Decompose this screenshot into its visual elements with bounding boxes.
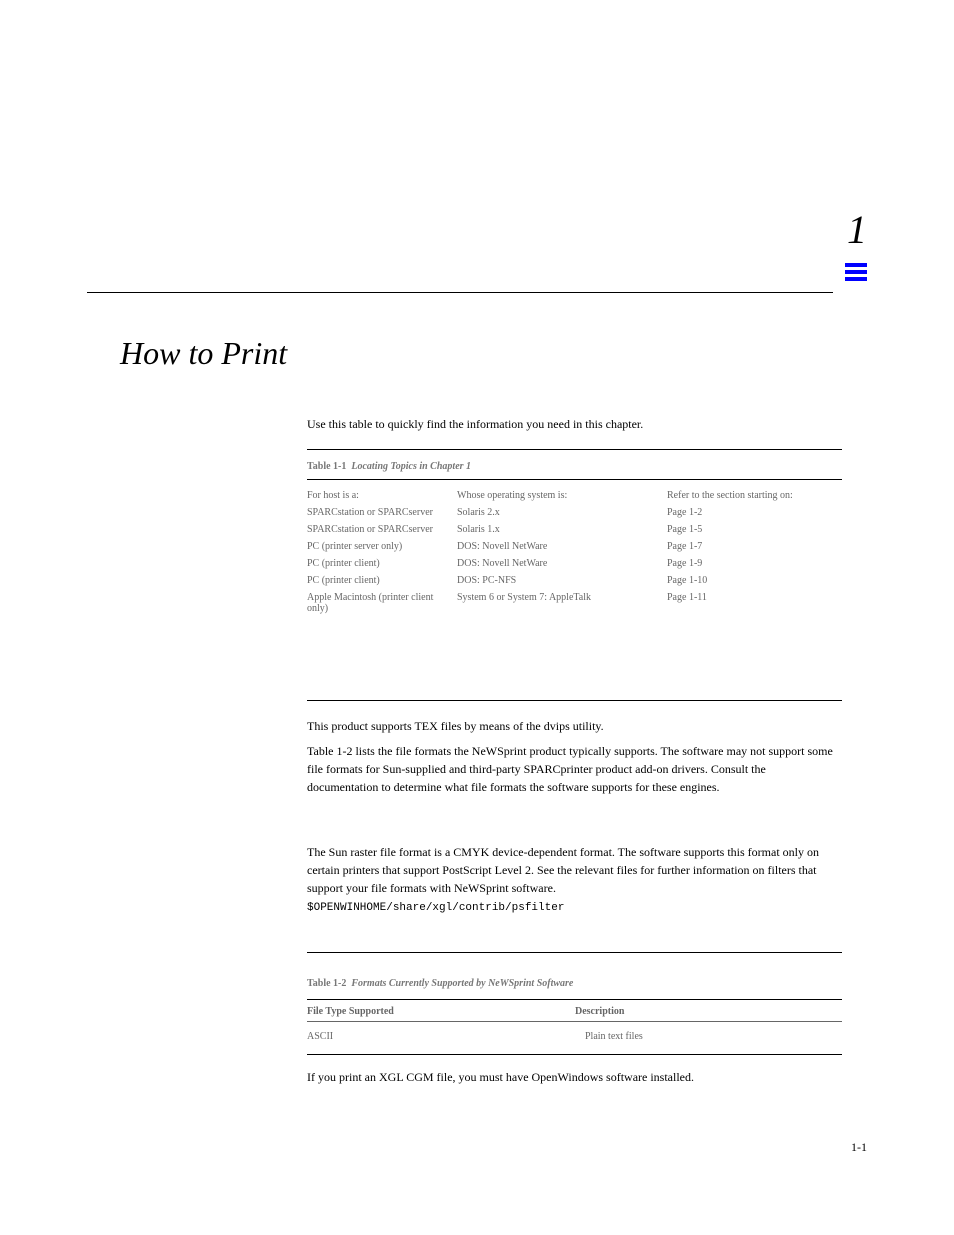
table2-header-top-rule — [307, 999, 842, 1000]
table-cell: Apple Macintosh (printer client only) — [307, 592, 457, 614]
chapter-header-rule — [87, 292, 833, 293]
page-number: 1-1 — [851, 1140, 867, 1155]
table-cell: Solaris 2.x — [457, 507, 667, 518]
table-row: SPARCstation or SPARCserver Solaris 1.x … — [307, 521, 842, 538]
table-cell: DOS: Novell NetWare — [457, 558, 667, 569]
table-row: ASCII Plain text files — [307, 1029, 842, 1044]
table2-header-row: File Type Supported Description — [307, 1006, 842, 1017]
table-row: PC (printer server only) DOS: Novell Net… — [307, 538, 842, 555]
intro-paragraph: Use this table to quickly find the infor… — [307, 416, 840, 432]
table-cell: Page 1-2 — [667, 507, 842, 518]
table1-header-rule — [307, 479, 842, 480]
table1: For host is a: Whose operating system is… — [307, 487, 842, 617]
table1-top-rule — [307, 449, 842, 450]
table-cell: Page 1-7 — [667, 541, 842, 552]
table2-bottom-rule — [307, 1054, 842, 1055]
table-cell: PC (printer client) — [307, 575, 457, 586]
table-cell: SPARCstation or SPARCserver — [307, 507, 457, 518]
table-cell: SPARCstation or SPARCserver — [307, 524, 457, 535]
table-row: PC (printer client) DOS: PC-NFS Page 1-1… — [307, 572, 842, 589]
table-cell: Page 1-9 — [667, 558, 842, 569]
formats-paragraph: Table 1-2 lists the file formats the NeW… — [307, 742, 840, 796]
table-cell: Whose operating system is: — [457, 490, 667, 501]
psfilter-text: The Sun raster file format is a CMYK dev… — [307, 845, 819, 895]
table-cell: Page 1-11 — [667, 592, 842, 614]
table-row: SPARCstation or SPARCserver Solaris 2.x … — [307, 504, 842, 521]
chapter-number: 1 — [847, 206, 867, 253]
table-cell: Solaris 1.x — [457, 524, 667, 535]
table-cell: Page 1-10 — [667, 575, 842, 586]
table-cell: Refer to the section starting on: — [667, 490, 842, 501]
tex-note-paragraph: This product supports TEX files by means… — [307, 717, 840, 735]
menu-bars-icon — [845, 263, 867, 284]
xgl-paragraph: If you print an XGL CGM file, you must h… — [307, 1068, 840, 1086]
table1-bottom-rule — [307, 700, 842, 701]
table-cell: System 6 or System 7: AppleTalk — [457, 592, 667, 614]
table2-caption: Table 1-2 Formats Currently Supported by… — [307, 978, 573, 989]
table2-header-cell: File Type Supported — [307, 1006, 575, 1017]
table-cell: Plain text files — [585, 1031, 842, 1042]
table2-header-cell: Description — [575, 1006, 842, 1017]
table-cell: PC (printer server only) — [307, 541, 457, 552]
chapter-title: How to Print — [120, 335, 287, 372]
table1-caption: Table 1-1 Locating Topics in Chapter 1 — [307, 461, 471, 472]
table-cell: PC (printer client) — [307, 558, 457, 569]
table-cell: DOS: Novell NetWare — [457, 541, 667, 552]
code-path: $OPENWINHOME/share/xgl/contrib/psfilter — [307, 902, 564, 914]
table-row: Apple Macintosh (printer client only) Sy… — [307, 589, 842, 617]
table-row: PC (printer client) DOS: Novell NetWare … — [307, 555, 842, 572]
table2-header-bottom-rule — [307, 1021, 842, 1022]
table2-top-rule — [307, 952, 842, 953]
table2-caption-title: Formats Currently Supported by NeWSprint… — [351, 978, 573, 989]
table-cell: DOS: PC-NFS — [457, 575, 667, 586]
document-page: 1 How to Print Use this table to quickly… — [0, 0, 954, 1235]
table1-caption-prefix: Table 1-1 — [307, 461, 346, 472]
table-cell: ASCII — [307, 1031, 585, 1042]
table1-caption-title: Locating Topics in Chapter 1 — [351, 461, 471, 472]
table2-caption-prefix: Table 1-2 — [307, 978, 346, 989]
table-row: For host is a: Whose operating system is… — [307, 487, 842, 504]
psfilter-paragraph: The Sun raster file format is a CMYK dev… — [307, 843, 840, 917]
table2: ASCII Plain text files — [307, 1029, 842, 1044]
table-cell: For host is a: — [307, 490, 457, 501]
table-cell: Page 1-5 — [667, 524, 842, 535]
